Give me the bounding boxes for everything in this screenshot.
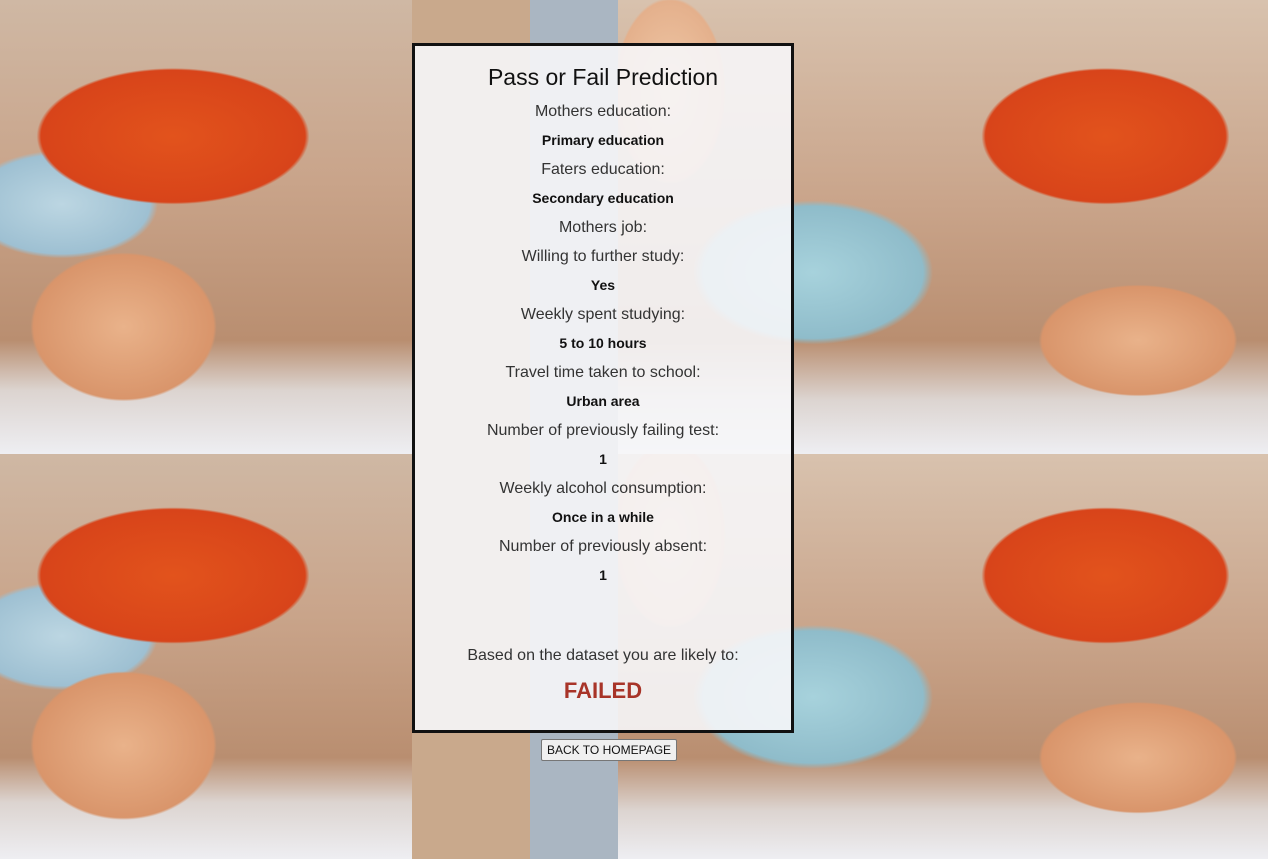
prediction-card: Pass or Fail Prediction Mothers educatio… [412,43,794,733]
field-label: Number of previously absent: [498,538,708,555]
back-to-homepage-button[interactable]: BACK TO HOMEPAGE [541,739,678,761]
field-value: 5 to 10 hours [559,335,647,351]
background-tile [0,454,412,859]
field-absences: Number of previously absent: 1 [415,532,791,590]
field-label: Travel time taken to school: [505,364,701,381]
field-travel-time: Travel time taken to school: Urban area [415,358,791,416]
field-label: Mothers education: [534,103,672,120]
field-value: 1 [599,451,607,467]
field-label: Mothers job: [558,219,648,236]
field-label: Willing to further study: [521,248,685,265]
field-alcohol-consumption: Weekly alcohol consumption: Once in a wh… [415,474,791,532]
field-label: Weekly alcohol consumption: [499,480,707,497]
field-failing-tests: Number of previously failing test: 1 [415,416,791,474]
field-value: 1 [599,567,607,583]
field-value: Once in a while [552,509,654,525]
field-value: Secondary education [532,190,674,206]
page-title: Pass or Fail Prediction [487,64,719,90]
field-label: Number of previously failing test: [486,422,720,439]
background-tile [0,0,412,454]
field-mothers-education: Mothers education: Primary education [415,97,791,155]
result-label: Based on the dataset you are likely to: [467,647,739,664]
field-weekly-studying: Weekly spent studying: 5 to 10 hours [415,300,791,358]
field-value: Yes [590,277,616,293]
field-label: Faters education: [541,161,665,178]
field-further-study: Willing to further study: Yes [415,242,791,300]
field-mothers-job: Mothers job: [415,213,791,242]
field-value: Urban area [566,393,640,409]
field-fathers-education: Faters education: Secondary education [415,155,791,213]
result-value: FAILED [563,678,643,703]
field-value: Primary education [541,132,665,148]
field-label: Weekly spent studying: [520,306,686,323]
